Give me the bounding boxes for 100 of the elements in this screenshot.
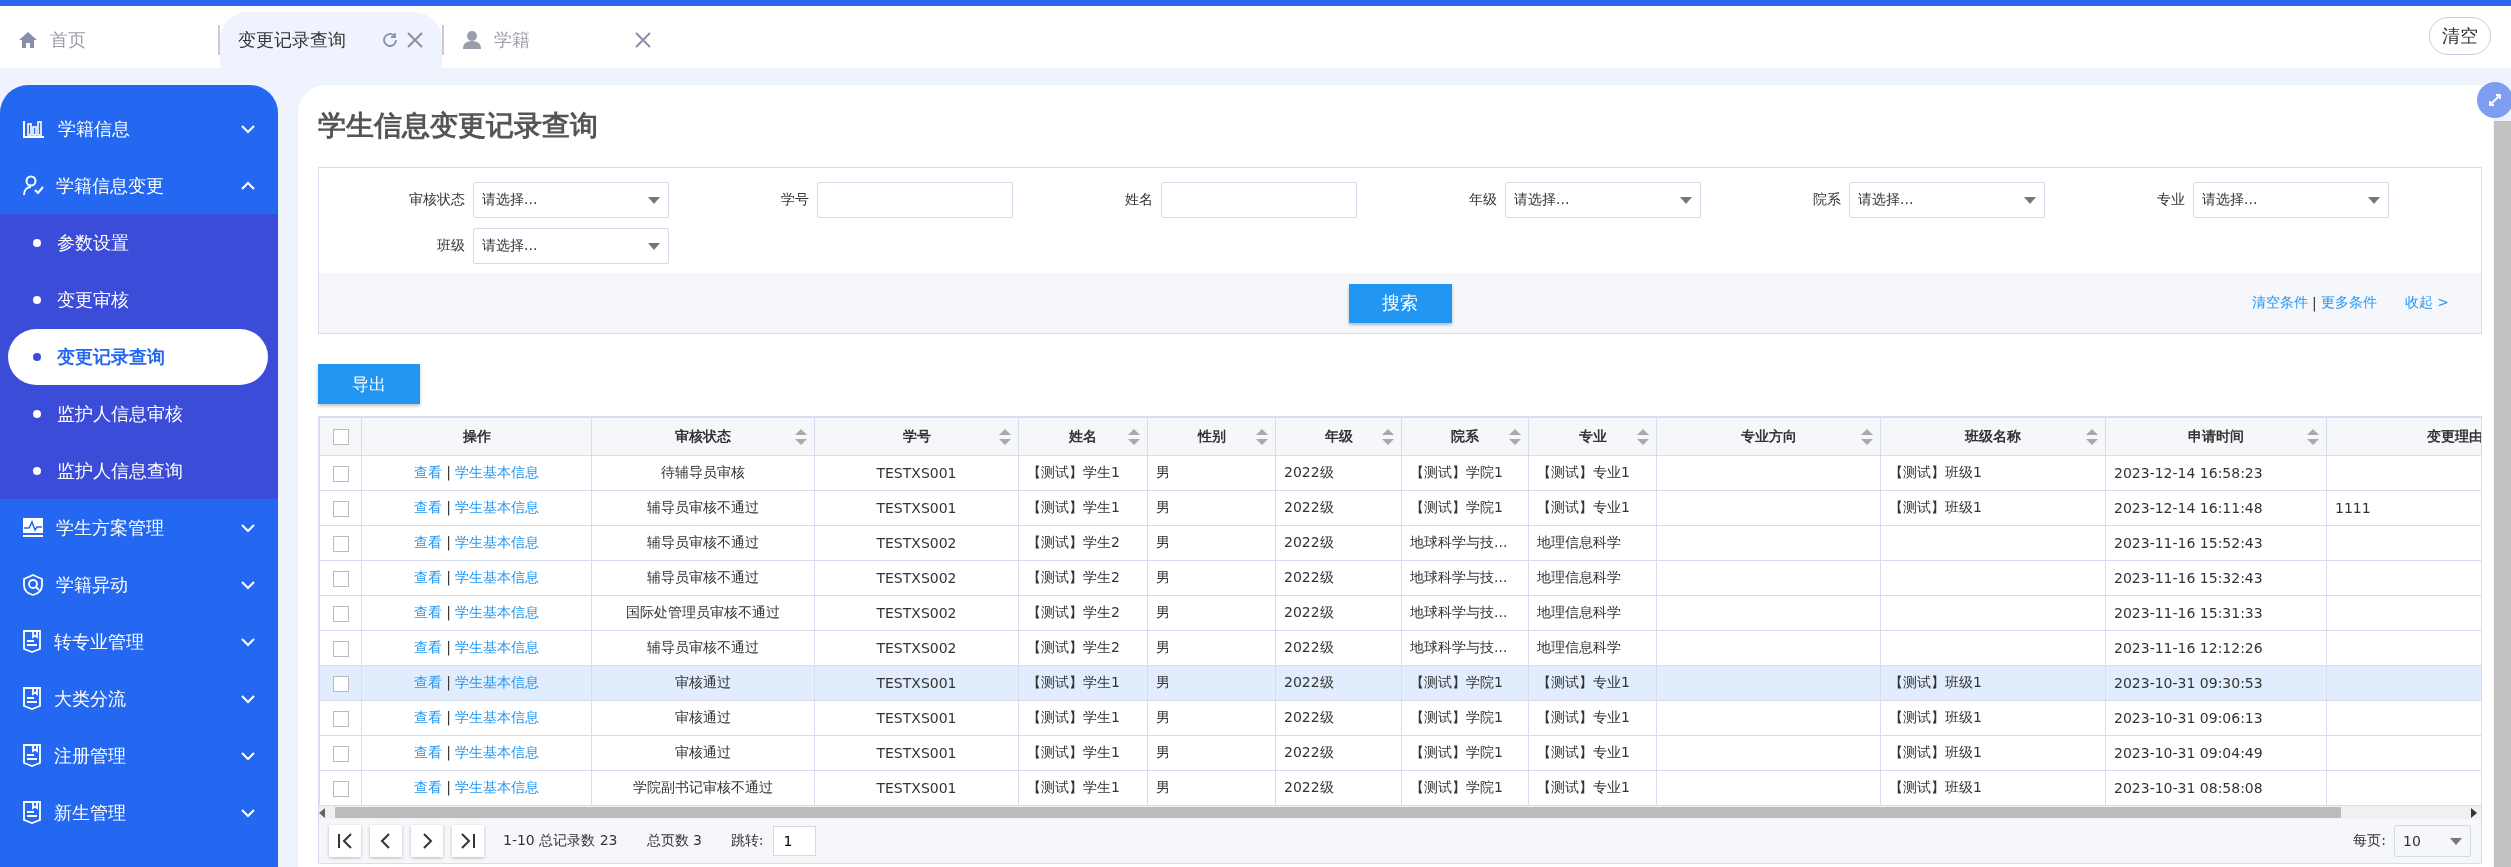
- row-checkbox[interactable]: [332, 570, 349, 587]
- sort-icon[interactable]: [794, 428, 808, 446]
- table-cell: TESTXS002: [876, 605, 957, 621]
- separator-text: |: [446, 674, 451, 690]
- view-link[interactable]: 查看: [413, 674, 442, 690]
- text-field[interactable]: [817, 182, 1013, 218]
- table-cell: 【测试】学生1: [1027, 709, 1120, 725]
- tab[interactable]: 首页: [0, 12, 218, 68]
- row-checkbox[interactable]: [332, 710, 349, 727]
- row-checkbox[interactable]: [332, 780, 349, 797]
- select-all-checkbox[interactable]: [332, 429, 349, 445]
- sort-icon[interactable]: [1508, 428, 1522, 446]
- submenu-item[interactable]: 监护人信息查询: [8, 442, 268, 499]
- tab[interactable]: 学籍: [444, 12, 670, 68]
- column-header: 年级: [1324, 427, 1353, 444]
- sort-icon[interactable]: [1255, 428, 1269, 446]
- sort-icon[interactable]: [1381, 428, 1395, 446]
- table-cell: TESTXS001: [876, 745, 957, 761]
- row-checkbox[interactable]: [332, 605, 349, 622]
- refresh-icon[interactable]: [382, 32, 398, 48]
- bullet-icon: [33, 352, 41, 361]
- view-link[interactable]: 查看: [413, 604, 442, 620]
- view-link[interactable]: 查看: [413, 534, 442, 550]
- table-cell: 男: [1156, 464, 1170, 480]
- scrollbar[interactable]: [2494, 121, 2511, 867]
- close-icon[interactable]: [634, 31, 652, 49]
- sidebar-item[interactable]: 学籍信息: [0, 100, 278, 157]
- row-checkbox[interactable]: [332, 745, 349, 762]
- per-page-select[interactable]: 10: [2394, 825, 2471, 857]
- bullet-icon: [33, 409, 41, 418]
- expand-button[interactable]: [2477, 82, 2511, 118]
- clear-conditions-link[interactable]: 清空条件: [2252, 294, 2309, 312]
- view-link[interactable]: 查看: [413, 709, 442, 725]
- sidebar-item[interactable]: 学籍信息变更: [0, 157, 278, 214]
- view-link[interactable]: 查看: [413, 499, 442, 515]
- student-info-link[interactable]: 学生基本信息: [455, 674, 540, 690]
- table-cell: TESTXS002: [876, 570, 957, 586]
- view-link[interactable]: 查看: [413, 779, 442, 795]
- sidebar-item[interactable]: 新生管理: [0, 784, 278, 841]
- select-field[interactable]: 请选择...: [1505, 182, 1701, 218]
- horizontal-scrollbar[interactable]: [319, 806, 2481, 819]
- select-field[interactable]: 请选择...: [2193, 182, 2389, 218]
- student-info-link[interactable]: 学生基本信息: [455, 639, 540, 655]
- sidebar-item[interactable]: 学籍异动: [0, 556, 278, 613]
- sort-icon[interactable]: [2085, 428, 2099, 446]
- more-conditions-link[interactable]: 更多条件: [2320, 294, 2377, 312]
- text-field[interactable]: [1161, 182, 1357, 218]
- student-info-link[interactable]: 学生基本信息: [455, 604, 540, 620]
- search-button[interactable]: 搜索: [1348, 283, 1452, 323]
- table-cell: 【测试】学院1: [1410, 744, 1503, 760]
- view-link[interactable]: 查看: [413, 744, 442, 760]
- student-info-link[interactable]: 学生基本信息: [455, 779, 540, 795]
- submenu-item[interactable]: 变更记录查询: [8, 328, 268, 385]
- student-info-link[interactable]: 学生基本信息: [455, 499, 540, 515]
- last-page-button[interactable]: [452, 825, 484, 857]
- table-cell: 【测试】学院1: [1410, 499, 1503, 515]
- student-info-link[interactable]: 学生基本信息: [455, 709, 540, 725]
- sidebar-item[interactable]: 转专业管理: [0, 613, 278, 670]
- sidebar-item[interactable]: 学生方案管理: [0, 499, 278, 556]
- bullet-icon: [33, 238, 41, 247]
- sort-icon[interactable]: [1860, 428, 1874, 446]
- row-checkbox[interactable]: [332, 465, 349, 482]
- view-link[interactable]: 查看: [413, 464, 442, 480]
- tab-label: 学籍: [494, 28, 530, 52]
- sort-icon[interactable]: [1127, 428, 1141, 446]
- student-info-link[interactable]: 学生基本信息: [455, 534, 540, 550]
- table-cell: 2022级: [1284, 744, 1334, 760]
- view-link[interactable]: 查看: [413, 639, 442, 655]
- clear-button[interactable]: 清空: [2429, 17, 2491, 55]
- sidebar-item[interactable]: 大类分流: [0, 670, 278, 727]
- tab[interactable]: 变更记录查询: [220, 12, 442, 68]
- row-checkbox[interactable]: [332, 500, 349, 517]
- page-jump-field[interactable]: 1: [772, 826, 816, 856]
- submenu-item[interactable]: 变更审核: [8, 271, 268, 328]
- collapse-link[interactable]: 收起 >: [2404, 294, 2449, 312]
- export-button[interactable]: 导出: [318, 364, 420, 404]
- row-checkbox[interactable]: [332, 640, 349, 657]
- select-field[interactable]: 请选择...: [473, 228, 669, 264]
- student-info-link[interactable]: 学生基本信息: [455, 744, 540, 760]
- sidebar-item[interactable]: 注册管理: [0, 727, 278, 784]
- sort-icon[interactable]: [1636, 428, 1650, 446]
- student-info-link[interactable]: 学生基本信息: [455, 464, 540, 480]
- view-link[interactable]: 查看: [413, 569, 442, 585]
- next-page-button[interactable]: [411, 825, 443, 857]
- first-page-button[interactable]: [329, 825, 361, 857]
- select-placeholder: 请选择...: [482, 191, 539, 209]
- sort-icon[interactable]: [2306, 428, 2320, 446]
- close-icon[interactable]: [406, 31, 424, 49]
- submenu-item[interactable]: 监护人信息审核: [8, 385, 268, 442]
- row-checkbox[interactable]: [332, 535, 349, 552]
- select-field[interactable]: 请选择...: [473, 182, 669, 218]
- separator-text: |: [446, 499, 451, 515]
- sort-icon[interactable]: [998, 428, 1012, 446]
- student-info-link[interactable]: 学生基本信息: [455, 569, 540, 585]
- row-checkbox[interactable]: [332, 675, 349, 692]
- previous-page-button[interactable]: [370, 825, 402, 857]
- submenu-item[interactable]: 参数设置: [8, 214, 268, 271]
- table-cell: 男: [1156, 779, 1170, 795]
- select-field[interactable]: 请选择...: [1849, 182, 2045, 218]
- bullet-icon: [33, 295, 41, 304]
